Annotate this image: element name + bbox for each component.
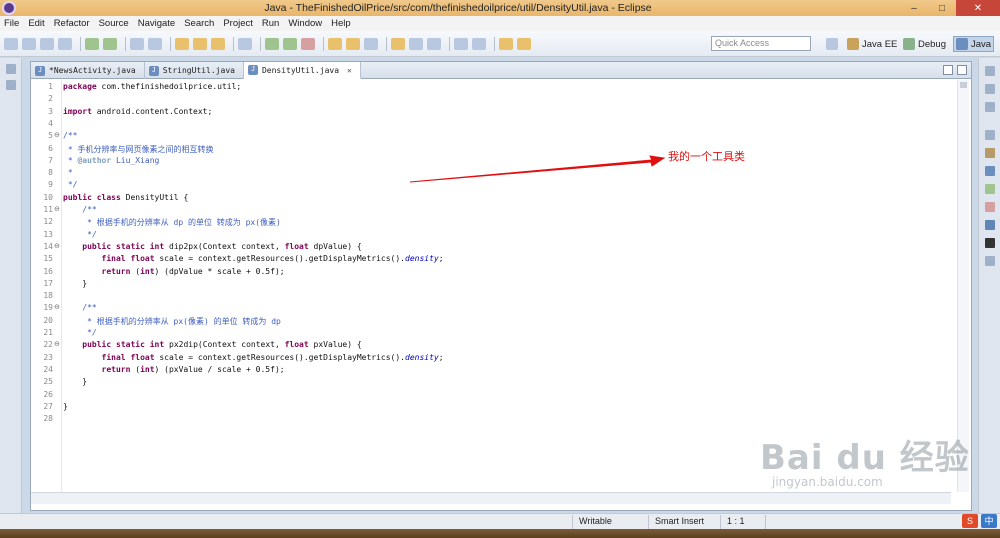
status-divider [765,515,766,529]
watermark: Bai du 经验 jingyan.baidu.com [760,430,970,489]
ime-language-indicator[interactable]: 中 [981,514,997,528]
status-divider [720,515,721,529]
status-divider [572,515,573,529]
taskbar [0,529,1000,538]
status-divider [648,515,649,529]
status-insert-mode: Smart Insert [655,516,705,526]
status-bar: Writable Smart Insert 1 : 1 [0,513,1000,529]
annotation-text: 我的一个工具类 [668,151,745,163]
status-cursor-position: 1 : 1 [727,516,745,526]
watermark-brand: Bai du 经验 [760,438,970,478]
sogou-ime-icon[interactable]: S [962,514,978,528]
status-writable: Writable [579,516,612,526]
